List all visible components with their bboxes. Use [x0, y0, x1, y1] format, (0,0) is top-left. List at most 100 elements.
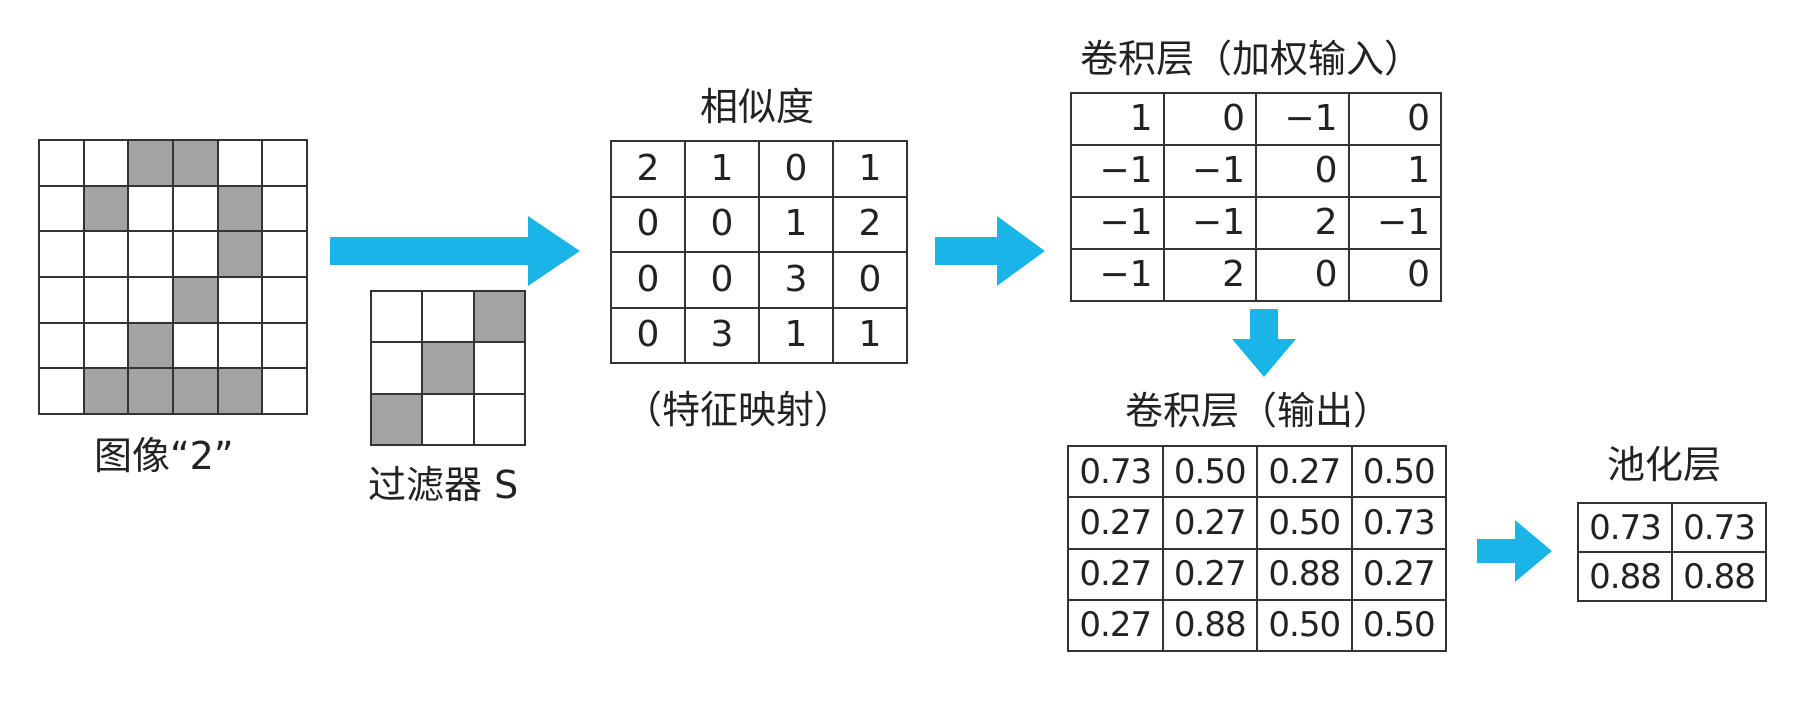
pixel-on [171, 367, 219, 415]
pixel-off [261, 184, 308, 233]
conv-input-grid: 1 0 −1 0 −1 −1 0 1 −1 −1 2 −1 −1 2 0 0 [1070, 92, 1442, 302]
pixel-off [127, 230, 174, 278]
arrow-right-icon [935, 216, 1045, 286]
grid-cell: 0.27 [1256, 444, 1353, 499]
grid-row: −1 2 0 0 [1070, 248, 1442, 302]
pixel-off [421, 392, 475, 447]
pooling-title: 池化层 [1607, 443, 1722, 487]
pixel-on [472, 289, 527, 344]
arrow-right-icon [1477, 520, 1552, 582]
grid-cell: 1 [1070, 92, 1165, 146]
pixel-off [216, 321, 264, 370]
pixel-on [171, 275, 219, 324]
pixel-off [261, 275, 308, 324]
grid-cell: 2 [1162, 248, 1257, 302]
grid-row: 1 0 −1 0 [1070, 92, 1442, 146]
grid-cell: 0 [832, 251, 908, 309]
pixel-off [82, 321, 130, 370]
pixel-on [127, 367, 174, 415]
grid-cell: 0 [610, 306, 686, 364]
pixel-off [216, 139, 264, 187]
pixel-off [261, 230, 308, 278]
pixel-off [261, 367, 308, 415]
pixel-off [171, 230, 219, 278]
pixel-off [38, 139, 85, 187]
pixel-off [127, 275, 174, 324]
grid-cell: 3 [758, 251, 834, 309]
grid-row: −1 −1 0 1 [1070, 144, 1442, 198]
grid-cell: 1 [832, 140, 908, 198]
pixel-off [369, 341, 424, 395]
pixel-on [171, 139, 219, 187]
pixel-off [472, 392, 527, 447]
grid-row: 0.27 0.88 0.50 0.50 [1067, 598, 1447, 653]
grid-cell: 0.50 [1256, 598, 1353, 653]
grid-cell: 2 [1255, 196, 1350, 250]
pixel-off [82, 139, 130, 187]
grid-cell: 0.27 [1161, 496, 1258, 550]
grid-cell: −1 [1255, 92, 1350, 146]
grid-cell: 3 [684, 306, 760, 364]
grid-row [369, 392, 527, 447]
grid-cell: 0.50 [1161, 444, 1258, 499]
arrow-shape [1232, 309, 1296, 377]
grid-row [38, 230, 308, 278]
image-label: 图像“2” [94, 434, 234, 478]
grid-row: 2101 [610, 140, 908, 198]
pixel-on [421, 341, 475, 395]
grid-row: 0030 [610, 251, 908, 309]
grid-cell: 0.73 [1671, 502, 1767, 553]
grid-cell: 1 [832, 306, 908, 364]
grid-cell: 0 [684, 251, 760, 309]
pooling-grid: 0.73 0.73 0.88 0.88 [1577, 502, 1767, 602]
grid-row: 0311 [610, 306, 908, 364]
grid-row [369, 341, 527, 395]
arrow-shape [935, 216, 1045, 286]
grid-row [38, 367, 308, 415]
grid-cell: 0.50 [1350, 444, 1447, 499]
grid-cell: 0.88 [1161, 598, 1258, 653]
pixel-on [127, 321, 174, 370]
pixel-on [216, 230, 264, 278]
grid-cell: 0 [610, 195, 686, 253]
pixel-off [38, 275, 85, 324]
pixel-off [261, 321, 308, 370]
grid-row [369, 289, 527, 344]
grid-cell: 0 [1347, 248, 1442, 302]
conv-input-title: 卷积层（加权输入） [1080, 37, 1423, 81]
grid-cell: 0.27 [1067, 598, 1164, 653]
grid-cell: 0.50 [1256, 496, 1353, 550]
grid-cell: 0.88 [1256, 547, 1353, 601]
pixel-off [38, 230, 85, 278]
grid-cell: −1 [1347, 196, 1442, 250]
pixel-off [38, 184, 85, 233]
grid-cell: 0.27 [1067, 547, 1164, 601]
pixel-on [216, 184, 264, 233]
pixel-off [171, 184, 219, 233]
conv-output-grid: 0.73 0.50 0.27 0.50 0.27 0.27 0.50 0.73 0.27 0.27… [1067, 444, 1447, 653]
arrow-down-icon [1232, 309, 1296, 377]
arrow-shape [1477, 520, 1552, 582]
arrow-right-icon [330, 216, 580, 286]
pixel-on [82, 184, 130, 233]
pixel-on [216, 367, 264, 415]
grid-cell: −1 [1162, 144, 1257, 198]
pixel-off [369, 289, 424, 344]
grid-cell: 0.73 [1577, 502, 1673, 553]
grid-row: 0012 [610, 195, 908, 253]
pixel-on [369, 392, 424, 447]
pixel-off [216, 275, 264, 324]
pixel-on [82, 367, 130, 415]
grid-cell: 0 [1347, 92, 1442, 146]
grid-row [38, 275, 308, 324]
similarity-title: 相似度 [700, 85, 815, 129]
filter-grid [369, 289, 527, 447]
grid-cell: 2 [610, 140, 686, 198]
grid-cell: −1 [1070, 144, 1165, 198]
grid-cell: 0 [1255, 248, 1350, 302]
pixel-off [261, 139, 308, 187]
grid-row: 0.27 0.27 0.50 0.73 [1067, 496, 1447, 550]
grid-cell: 0.88 [1671, 551, 1767, 602]
similarity-caption: （特征映射） [624, 388, 853, 432]
pixel-off [472, 341, 527, 395]
